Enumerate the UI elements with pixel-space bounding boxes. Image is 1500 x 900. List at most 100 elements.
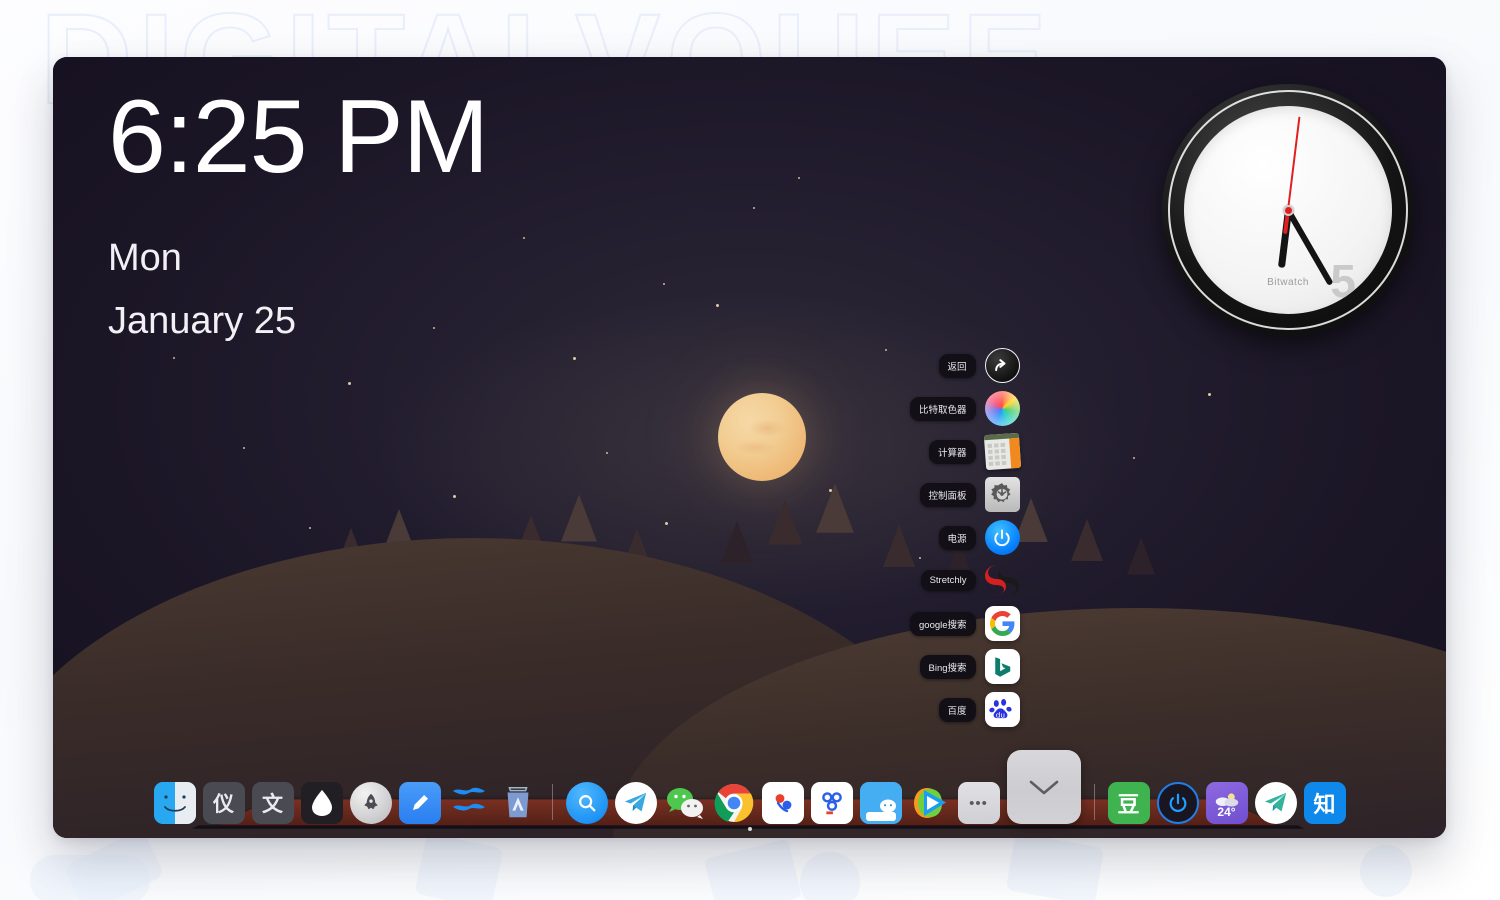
dock-separator [551, 784, 553, 820]
pine-tree [721, 521, 753, 563]
star [1133, 457, 1135, 459]
panel-item-label: Bing搜索 [919, 654, 976, 679]
star [523, 237, 525, 239]
google-icon[interactable] [984, 606, 1020, 641]
dock-item-xmind-app[interactable] [448, 782, 490, 824]
dock-running-dot [747, 827, 752, 831]
shortcut-panel: 返回 比特取色器 计算器 控制面板 电源 Stretchly google搜索 … [910, 346, 1021, 729]
svg-text:du: du [996, 710, 1005, 719]
watch-second-hand [1287, 116, 1301, 211]
pine-tree [561, 494, 597, 542]
panel-item-bing-search[interactable]: Bing搜索 [910, 647, 1020, 686]
panel-item-power[interactable]: 电源 [910, 518, 1020, 557]
baidu-icon[interactable]: du [984, 692, 1020, 727]
dock-item-label: 知 [1313, 793, 1336, 818]
bing-icon[interactable] [984, 649, 1020, 684]
panel-item-label: google搜索 [910, 611, 976, 636]
panel-item-label: 计算器 [929, 439, 976, 464]
star [606, 452, 608, 454]
control-panel-gear-icon[interactable] [984, 477, 1020, 512]
pine-tree [816, 483, 854, 533]
back-arrow-icon[interactable] [984, 348, 1020, 383]
panel-item-color-picker[interactable]: 比特取色器 [910, 389, 1020, 428]
star [663, 283, 665, 285]
dock-item-finder[interactable] [153, 782, 196, 824]
dock-item-power-toggle[interactable] [1156, 782, 1199, 824]
panel-item-label: 电源 [938, 525, 976, 550]
dock-item-chrome[interactable] [713, 782, 755, 824]
dock-item-notes-app[interactable] [398, 782, 441, 824]
dock-item-label: ••• [969, 794, 988, 812]
star [1208, 393, 1211, 396]
star [433, 327, 435, 329]
watch-minute-hand [1285, 208, 1334, 286]
stretchly-icon[interactable] [985, 563, 1020, 598]
pine-tree [767, 499, 803, 545]
clock-date: January 25 [108, 300, 297, 342]
star [348, 382, 351, 385]
dock-item-telegram[interactable] [614, 782, 657, 824]
dock-item-weather[interactable]: 24° [1205, 782, 1248, 824]
dock-item-wechat[interactable] [664, 782, 706, 824]
watermark-shape-doc [704, 838, 802, 900]
weather-temperature-label: 24° [1217, 804, 1236, 819]
watermark-shape-keypad [414, 832, 504, 900]
clock-day: Mon [108, 237, 182, 279]
dock-item-more-apps[interactable]: ••• [957, 782, 1000, 824]
dock-item-tencent-video[interactable] [909, 782, 951, 824]
dock-item-label: 豆 [1117, 793, 1140, 818]
star [885, 349, 887, 351]
panel-item-label: 返回 [938, 353, 976, 378]
panel-item-label: 控制面板 [919, 482, 976, 507]
wallpaper-moon [718, 393, 806, 481]
star [665, 522, 668, 525]
watch-brand-label: Bitwatch [1267, 277, 1309, 288]
star [173, 357, 175, 359]
dock-item-baidu-netdisk[interactable] [810, 782, 853, 824]
star [243, 447, 245, 449]
star [798, 177, 800, 179]
dock-item-qq-chat[interactable] [859, 782, 902, 824]
dock-item-zhihu[interactable]: 知 [1303, 782, 1346, 824]
star [716, 304, 719, 307]
dock-separator [1093, 784, 1095, 820]
dock-item-chevron-down[interactable] [747, 750, 1081, 831]
star [453, 495, 456, 498]
watch-hub-red [1284, 206, 1292, 214]
dock-item-douban[interactable]: 豆 [1107, 782, 1150, 824]
panel-item-back[interactable]: 返回 [910, 346, 1020, 385]
watch-face: 5 Bitwatch [1184, 106, 1392, 314]
panel-item-label: Stretchly [920, 570, 976, 591]
panel-item-label: 百度 [938, 697, 976, 722]
dock-item-app-store[interactable] [497, 782, 539, 824]
dock-item-droplet-app[interactable] [300, 782, 343, 824]
dock-item-telegram-2[interactable] [1254, 782, 1297, 824]
watermark-shape-gear [800, 852, 860, 900]
panel-item-baidu[interactable]: 百度 du [910, 690, 1020, 729]
clock-time: 6:25 PM [108, 79, 489, 195]
color-picker-icon[interactable] [984, 391, 1020, 426]
watermark-shape-blob [30, 855, 150, 900]
dock-item-instrument[interactable]: 仪 [202, 782, 245, 824]
watermark-shape-search [1360, 845, 1412, 897]
dock-item-label: 文 [262, 792, 283, 816]
dock-item-sogou[interactable] [761, 782, 804, 824]
panel-item-google-search[interactable]: google搜索 [910, 604, 1020, 643]
desktop-window: 6:25 PM Mon January 25 5 Bitwatch 返回 比特取… [53, 57, 1446, 838]
dock-item-label: 仪 [213, 792, 234, 816]
dock-item-launchpad[interactable] [349, 782, 392, 824]
dock-item-text-app[interactable]: 文 [251, 782, 294, 824]
calculator-icon[interactable] [983, 432, 1021, 471]
watermark-shape-card [1005, 832, 1105, 900]
star [753, 207, 755, 209]
panel-item-label: 比特取色器 [910, 396, 976, 421]
analog-watch-widget[interactable]: 5 Bitwatch [1162, 84, 1414, 336]
panel-item-control-panel[interactable]: 控制面板 [910, 475, 1020, 514]
star [573, 357, 576, 360]
dock-item-spotlight-search[interactable] [565, 782, 608, 824]
page-root: DIGITALVOUEE [0, 0, 1500, 900]
star [309, 527, 311, 529]
panel-item-stretchly[interactable]: Stretchly [910, 561, 1020, 600]
panel-item-calculator[interactable]: 计算器 [910, 432, 1021, 471]
power-icon[interactable] [984, 520, 1020, 555]
